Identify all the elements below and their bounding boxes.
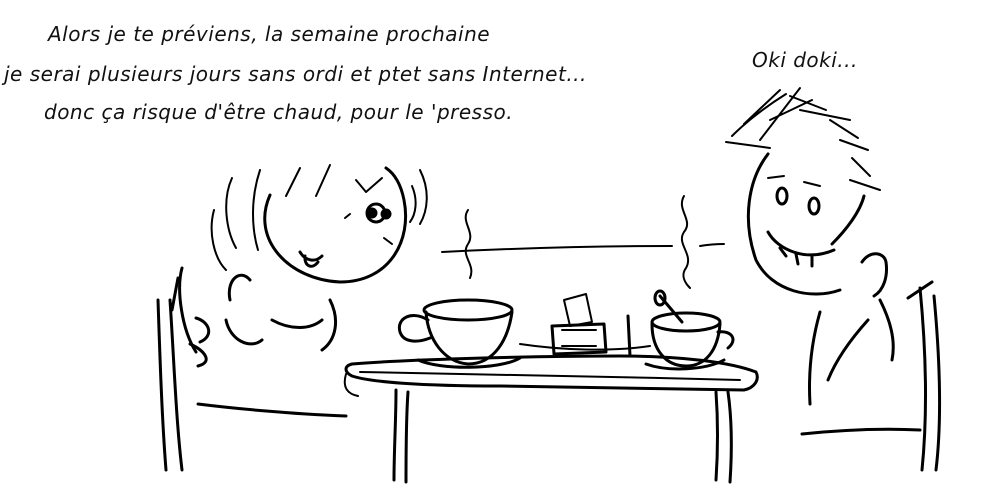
table-leg-left	[392, 388, 398, 482]
left-character-head	[263, 166, 408, 284]
right-character	[725, 87, 942, 472]
coffee-cup-left-rim	[422, 298, 514, 322]
steam-left	[464, 209, 473, 279]
left-character-hand	[188, 316, 211, 368]
right-character-smile	[766, 230, 836, 268]
left-chair	[156, 276, 184, 472]
left-character-eyebrow	[355, 177, 383, 193]
right-character-face	[746, 152, 866, 296]
right-character-eye-left	[775, 186, 789, 206]
coffee-cup-left	[397, 209, 522, 369]
napkin-holder	[519, 293, 651, 358]
coffee-cup-right-handle	[716, 330, 735, 350]
right-character-brow	[767, 175, 821, 187]
left-character-cheek	[344, 213, 351, 219]
left-character-pupil	[366, 207, 378, 219]
left-character-nose	[383, 237, 393, 245]
table-leg-right-2	[726, 390, 733, 484]
spoon-stick	[626, 314, 632, 358]
left-character-pupil-2	[380, 208, 392, 220]
steam-bridge-line	[441, 245, 673, 253]
right-character-eye-right	[807, 196, 821, 216]
left-character	[156, 164, 428, 472]
steam-right-2	[699, 243, 725, 247]
table-top-inner	[359, 371, 741, 381]
cafe-scene-drawing	[156, 87, 942, 484]
right-character-hair	[725, 87, 881, 191]
right-character-body	[808, 298, 895, 406]
left-character-mouth	[298, 250, 324, 268]
right-character-lap	[800, 427, 922, 436]
steam-right	[681, 195, 691, 289]
right-character-hand	[860, 252, 888, 298]
left-character-lap	[196, 402, 348, 418]
napkin-holder-side	[561, 329, 597, 347]
coffee-cup-right-rim	[650, 311, 722, 333]
coffee-cup-left-handle	[397, 314, 432, 343]
comic-panel: Alors je te préviens, la semaine prochai…	[0, 0, 996, 492]
coffee-cup-right	[644, 195, 735, 371]
table-leg-left-2	[404, 390, 410, 484]
napkin	[563, 293, 593, 327]
table	[343, 354, 759, 484]
table-leg-right	[714, 390, 719, 482]
right-chair	[906, 280, 942, 472]
